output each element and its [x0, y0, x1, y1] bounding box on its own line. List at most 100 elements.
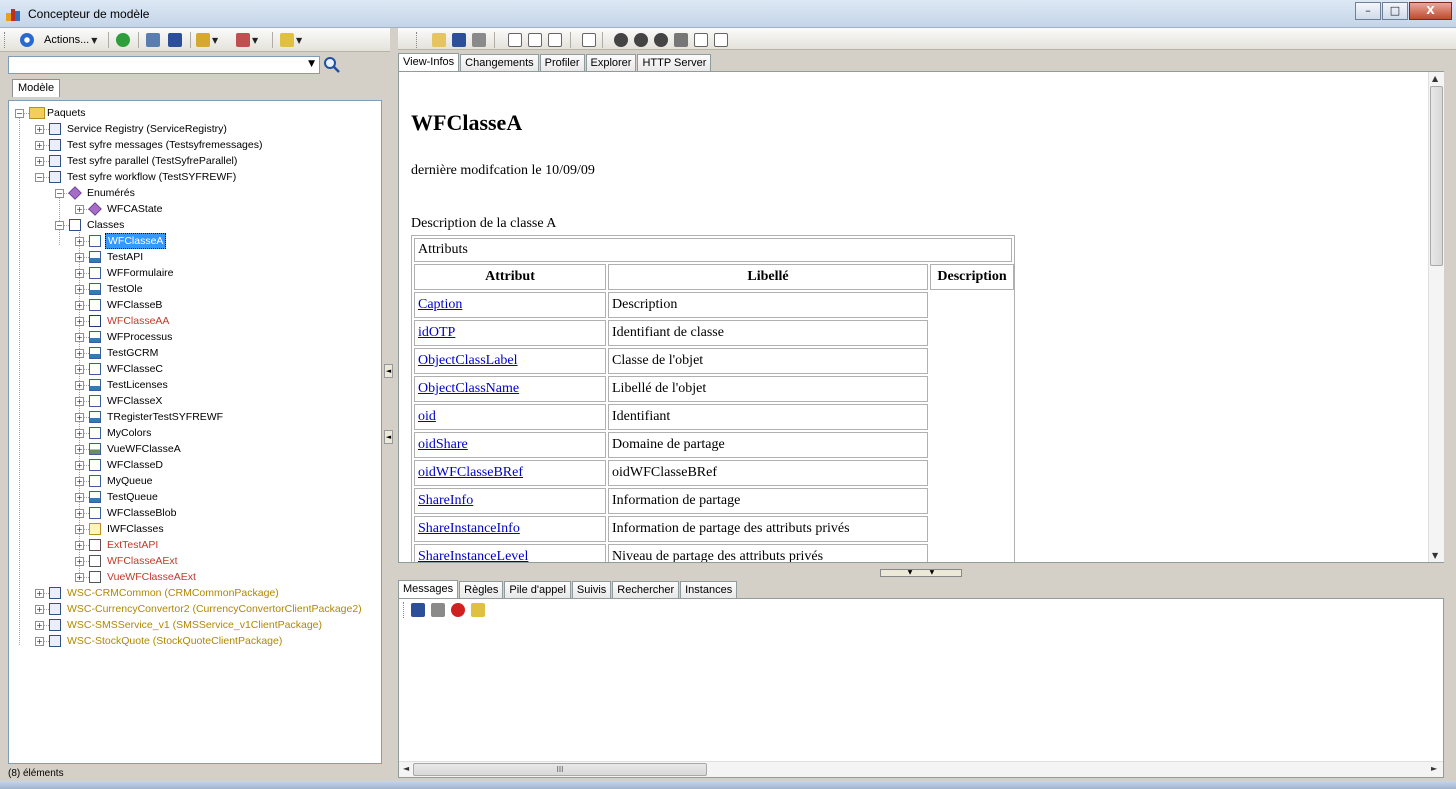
- tree-item-label[interactable]: IWFClasses: [105, 521, 166, 537]
- tree-item-label[interactable]: TestQueue: [105, 489, 160, 505]
- expand-icon[interactable]: +: [75, 493, 84, 502]
- tree-item-label[interactable]: TRegisterTestSYFREWF: [105, 409, 225, 425]
- attribute-link[interactable]: ObjectClassName: [418, 381, 519, 396]
- tree-row[interactable]: + WFClasseAExt: [9, 553, 381, 569]
- tree-row[interactable]: + TestAPI: [9, 249, 381, 265]
- expand-icon[interactable]: +: [75, 349, 84, 358]
- tree-item-label[interactable]: TestGCRM: [105, 345, 160, 361]
- tree-item-label[interactable]: WFClasseC: [105, 361, 165, 377]
- expand-icon[interactable]: +: [75, 317, 84, 326]
- tree-row[interactable]: + Test syfre messages (Testsyfremessages): [9, 137, 381, 153]
- tree-row[interactable]: + WFClasseC: [9, 361, 381, 377]
- tree-row[interactable]: + WFClasseB: [9, 297, 381, 313]
- expand-icon[interactable]: +: [75, 413, 84, 422]
- maximize-button[interactable]: □: [1382, 2, 1408, 20]
- tree-item-label[interactable]: WSC-StockQuote (StockQuoteClientPackage): [65, 633, 284, 649]
- attribute-link[interactable]: oidShare: [418, 437, 468, 452]
- close-button[interactable]: X: [1409, 2, 1452, 20]
- tree-row[interactable]: + WSC-CurrencyConvertor2 (CurrencyConvert…: [9, 601, 381, 617]
- tree-row[interactable]: + WFProcessus: [9, 329, 381, 345]
- tree-item-label[interactable]: Paquets: [45, 105, 88, 121]
- tab-rechercher[interactable]: Rechercher: [612, 581, 680, 598]
- tree-item-label[interactable]: VueWFClasseA: [105, 441, 183, 457]
- stop-icon[interactable]: [654, 33, 668, 47]
- tree-item-label[interactable]: WFProcessus: [105, 329, 174, 345]
- expand-icon[interactable]: +: [75, 541, 84, 550]
- tree-row[interactable]: − Enumérés: [9, 185, 381, 201]
- chevron-down-icon[interactable]: ▼: [296, 36, 302, 45]
- collapse-left-icon[interactable]: ◄: [384, 430, 393, 444]
- page-up-icon[interactable]: [528, 33, 542, 47]
- tree-row[interactable]: + WFClasseBlob: [9, 505, 381, 521]
- chevron-down-icon[interactable]: ▼: [308, 59, 315, 69]
- tab-explorer[interactable]: Explorer: [585, 54, 637, 71]
- tree-row[interactable]: + TRegisterTestSYFREWF: [9, 409, 381, 425]
- tree-item-label[interactable]: WSC-CurrencyConvertor2 (CurrencyConverto…: [65, 601, 364, 617]
- tree-row[interactable]: + MyQueue: [9, 473, 381, 489]
- attribute-link[interactable]: ShareInstanceInfo: [418, 521, 520, 536]
- horizontal-scrollbar[interactable]: ◄ III ►: [399, 761, 1443, 777]
- expand-icon[interactable]: +: [35, 605, 44, 614]
- tab-http-server[interactable]: HTTP Server: [637, 54, 712, 71]
- tree-item-label[interactable]: WFCAState: [105, 201, 164, 217]
- tree-item-label[interactable]: WFClasseA: [105, 233, 167, 249]
- page-icon[interactable]: [508, 33, 522, 47]
- tree-row[interactable]: − Paquets: [9, 105, 381, 121]
- save-icon[interactable]: [168, 33, 182, 47]
- tree-row[interactable]: + TestLicenses: [9, 377, 381, 393]
- doc-icon[interactable]: [714, 33, 728, 47]
- tree-item-label[interactable]: VueWFClasseAExt: [105, 569, 198, 585]
- forward-icon[interactable]: [614, 33, 628, 47]
- tree-item-label[interactable]: MyQueue: [105, 473, 155, 489]
- generate-icon[interactable]: [196, 33, 210, 47]
- table-row-attribute[interactable]: oidWFClasseBRef: [414, 460, 606, 486]
- expand-icon[interactable]: +: [35, 157, 44, 166]
- tree-item-label[interactable]: WFClasseBlob: [105, 505, 178, 521]
- search-icon[interactable]: [323, 56, 341, 74]
- save-icon[interactable]: [411, 603, 425, 617]
- table-row-attribute[interactable]: ShareInstanceInfo: [414, 516, 606, 542]
- export-icon[interactable]: [582, 33, 596, 47]
- tab-pile-d-appel[interactable]: Pile d'appel: [504, 581, 571, 598]
- chevron-down-icon[interactable]: ▼: [252, 36, 258, 45]
- tree-row[interactable]: + VueWFClasseA: [9, 441, 381, 457]
- tree-row[interactable]: + WSC-CRMCommon (CRMCommonPackage): [9, 585, 381, 601]
- vertical-splitter[interactable]: [383, 52, 395, 780]
- search-combo[interactable]: ▼: [8, 56, 320, 74]
- table-row-attribute[interactable]: oidShare: [414, 432, 606, 458]
- tree-item-label[interactable]: WFClasseX: [105, 393, 164, 409]
- tab-view-infos[interactable]: View-Infos: [398, 53, 460, 72]
- pause-icon[interactable]: [634, 33, 648, 47]
- horizontal-splitter[interactable]: ▼ ▼: [880, 569, 962, 577]
- scroll-down-icon[interactable]: ▼: [1432, 551, 1438, 560]
- collapse-left-icon[interactable]: ◄: [384, 364, 393, 378]
- edit-icon[interactable]: [280, 33, 294, 47]
- font-icon[interactable]: [236, 33, 250, 47]
- page-close-icon[interactable]: [548, 33, 562, 47]
- tree-row[interactable]: + WFClasseA: [9, 233, 381, 249]
- attribute-link[interactable]: Caption: [418, 297, 462, 312]
- table-row-attribute[interactable]: ObjectClassName: [414, 376, 606, 402]
- table-row-attribute[interactable]: ShareInstanceLevel: [414, 544, 606, 562]
- tree-item-label[interactable]: TestLicenses: [105, 377, 170, 393]
- attribute-link[interactable]: ShareInfo: [418, 493, 473, 508]
- table-row-attribute[interactable]: idOTP: [414, 320, 606, 346]
- expand-icon[interactable]: +: [35, 141, 44, 150]
- tree-row[interactable]: + WFClasseAA: [9, 313, 381, 329]
- scroll-up-icon[interactable]: ▲: [1432, 74, 1438, 83]
- tree-item-label[interactable]: Test syfre messages (Testsyfremessages): [65, 137, 264, 153]
- tree-row[interactable]: + WFClasseX: [9, 393, 381, 409]
- table-row-attribute[interactable]: ShareInfo: [414, 488, 606, 514]
- tree-item-label[interactable]: Test syfre workflow (TestSYFREWF): [65, 169, 238, 185]
- tree-item-label[interactable]: Service Registry (ServiceRegistry): [65, 121, 229, 137]
- tree-row[interactable]: + WFFormulaire: [9, 265, 381, 281]
- attribute-link[interactable]: ShareInstanceLevel: [418, 549, 528, 562]
- expand-icon[interactable]: +: [75, 381, 84, 390]
- expand-icon[interactable]: +: [35, 621, 44, 630]
- tab-messages[interactable]: Messages: [398, 580, 459, 599]
- chevron-down-icon[interactable]: ▼: [212, 36, 218, 45]
- actions-menu[interactable]: Actions... ▼: [20, 32, 97, 48]
- attribute-link[interactable]: idOTP: [418, 325, 455, 340]
- copy-icon[interactable]: [146, 33, 160, 47]
- tree-row[interactable]: + VueWFClasseAExt: [9, 569, 381, 585]
